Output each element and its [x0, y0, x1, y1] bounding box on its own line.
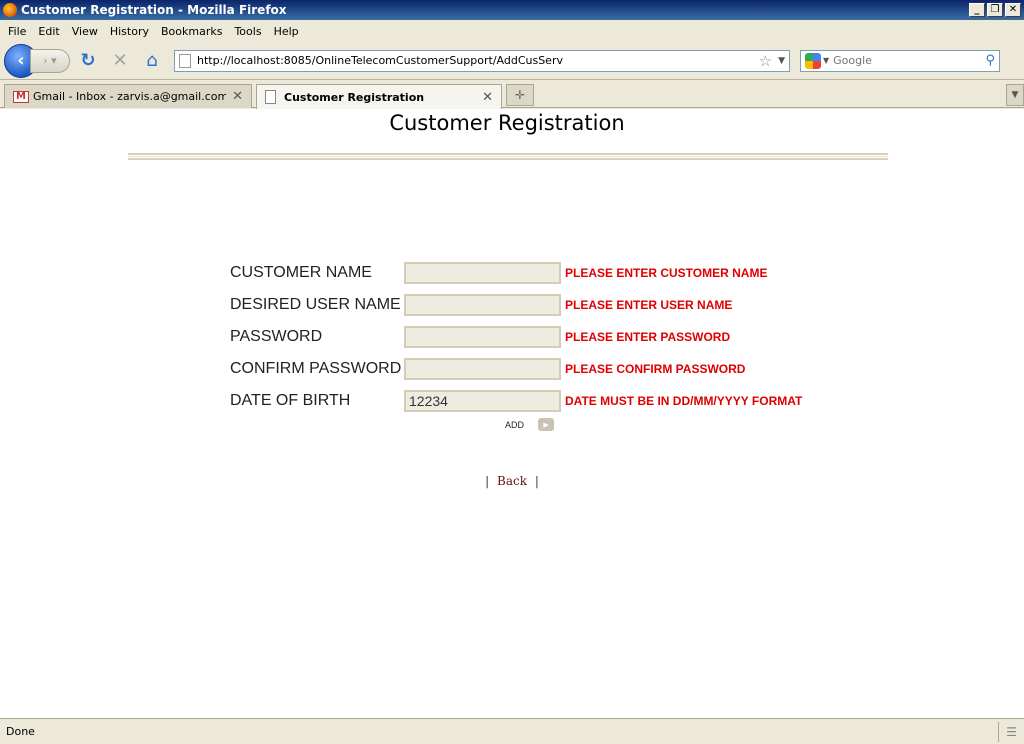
menu-view[interactable]: View [66, 25, 104, 38]
form-row-customer-name: CUSTOMER NAME PLEASE ENTER CUSTOMER NAME [230, 261, 767, 285]
search-box[interactable]: ▼ ⚲ [800, 49, 1000, 72]
url-dropdown-icon[interactable]: ▼ [778, 56, 785, 66]
play-arrow-icon[interactable]: ▶ [538, 418, 555, 431]
search-input[interactable] [833, 54, 986, 67]
back-nav: | Back | [0, 474, 1024, 488]
tab-gmail[interactable]: M Gmail - Inbox - zarvis.a@gmail.com ✕ [4, 84, 252, 108]
customer-name-label: CUSTOMER NAME [230, 264, 372, 281]
minimize-button[interactable]: _ [969, 3, 985, 17]
confirm-password-error: PLEASE CONFIRM PASSWORD [565, 362, 746, 376]
window-controls: _ ❐ ✕ [969, 3, 1021, 17]
stop-button[interactable]: ✕ [106, 47, 134, 75]
confirm-password-input[interactable] [404, 358, 561, 380]
close-button[interactable]: ✕ [1005, 3, 1021, 17]
google-icon[interactable] [805, 52, 821, 69]
restore-button[interactable]: ❐ [987, 3, 1003, 17]
password-error: PLEASE ENTER PASSWORD [565, 330, 731, 344]
url-text[interactable]: http://localhost:8085/OnlineTelecomCusto… [197, 54, 759, 67]
menu-tools[interactable]: Tools [228, 25, 267, 38]
window-title: Customer Registration - Mozilla Firefox [21, 3, 287, 17]
page-icon [265, 90, 276, 104]
user-name-input[interactable] [404, 294, 561, 316]
menu-bookmarks[interactable]: Bookmarks [155, 25, 228, 38]
form-row-user-name: DESIRED USER NAME PLEASE ENTER USER NAME [230, 293, 732, 317]
back-separator-left: | [485, 474, 490, 488]
home-icon: ⌂ [146, 50, 158, 71]
gmail-icon: M [13, 90, 29, 103]
back-separator-right: | [534, 474, 539, 488]
stop-icon: ✕ [112, 50, 128, 71]
resize-grip-icon: ☰ [998, 721, 1024, 742]
page-title: Customer Registration [389, 111, 625, 135]
tab-label: Gmail - Inbox - zarvis.a@gmail.com [33, 90, 227, 103]
form-row-confirm-password: CONFIRM PASSWORD PLEASE CONFIRM PASSWORD [230, 357, 745, 381]
reload-icon: ↻ [80, 50, 96, 71]
page-viewport: Customer Registration CUSTOMER NAME PLEA… [0, 109, 1024, 718]
user-name-error: PLEASE ENTER USER NAME [565, 298, 733, 312]
bookmark-star-icon[interactable]: ☆ [759, 52, 772, 70]
status-bar: Done ☰ [0, 718, 1024, 744]
add-label: ADD [505, 419, 525, 430]
firefox-icon [3, 3, 17, 17]
tab-label: Customer Registration [284, 90, 425, 104]
new-tab-button[interactable]: ✛ [506, 84, 534, 106]
add-button[interactable]: ADD ▶ [505, 418, 555, 431]
home-button[interactable]: ⌂ [138, 47, 166, 75]
close-tab-icon[interactable]: ✕ [232, 89, 243, 104]
window-titlebar: Customer Registration - Mozilla Firefox … [0, 0, 1024, 20]
forward-button[interactable]: › ▾ [30, 48, 70, 73]
menu-file[interactable]: File [2, 25, 32, 38]
search-engine-dropdown-icon[interactable]: ▼ [823, 56, 829, 65]
chevron-down-icon: ▼ [1011, 90, 1019, 100]
customer-name-error: PLEASE ENTER CUSTOMER NAME [565, 266, 768, 280]
reload-button[interactable]: ↻ [74, 47, 102, 75]
confirm-password-label: CONFIRM PASSWORD [230, 360, 402, 377]
date-of-birth-input[interactable] [404, 390, 561, 412]
tab-customer-registration[interactable]: Customer Registration ✕ [256, 84, 502, 109]
user-name-label: DESIRED USER NAME [230, 296, 401, 313]
divider [128, 153, 888, 160]
status-text: Done [6, 725, 35, 738]
tab-bar: M Gmail - Inbox - zarvis.a@gmail.com ✕ C… [0, 82, 1024, 109]
customer-name-input[interactable] [404, 262, 561, 284]
arrow-right-icon: › ▾ [43, 54, 57, 67]
menu-bar: File Edit View History Bookmarks Tools H… [0, 21, 1024, 41]
navigation-toolbar: ‹ › ▾ ↻ ✕ ⌂ http://localhost:8085/Online… [0, 42, 1024, 80]
back-link[interactable]: Back [497, 474, 527, 488]
search-icon[interactable]: ⚲ [985, 53, 995, 68]
close-tab-icon[interactable]: ✕ [482, 90, 493, 105]
plus-icon: ✛ [514, 88, 526, 102]
form-row-date-of-birth: DATE OF BIRTH DATE MUST BE IN DD/MM/YYYY… [230, 389, 802, 413]
password-label: PASSWORD [230, 328, 323, 345]
menu-edit[interactable]: Edit [32, 25, 65, 38]
arrow-left-icon: ‹ [17, 50, 25, 71]
menu-help[interactable]: Help [268, 25, 305, 38]
menu-history[interactable]: History [104, 25, 155, 38]
form-row-password: PASSWORD PLEASE ENTER PASSWORD [230, 325, 730, 349]
address-bar[interactable]: http://localhost:8085/OnlineTelecomCusto… [174, 49, 790, 72]
password-input[interactable] [404, 326, 561, 348]
date-of-birth-label: DATE OF BIRTH [230, 392, 351, 409]
date-of-birth-error: DATE MUST BE IN DD/MM/YYYY FORMAT [565, 394, 803, 408]
page-icon [179, 53, 191, 68]
tab-list-button[interactable]: ▼ [1006, 84, 1024, 106]
